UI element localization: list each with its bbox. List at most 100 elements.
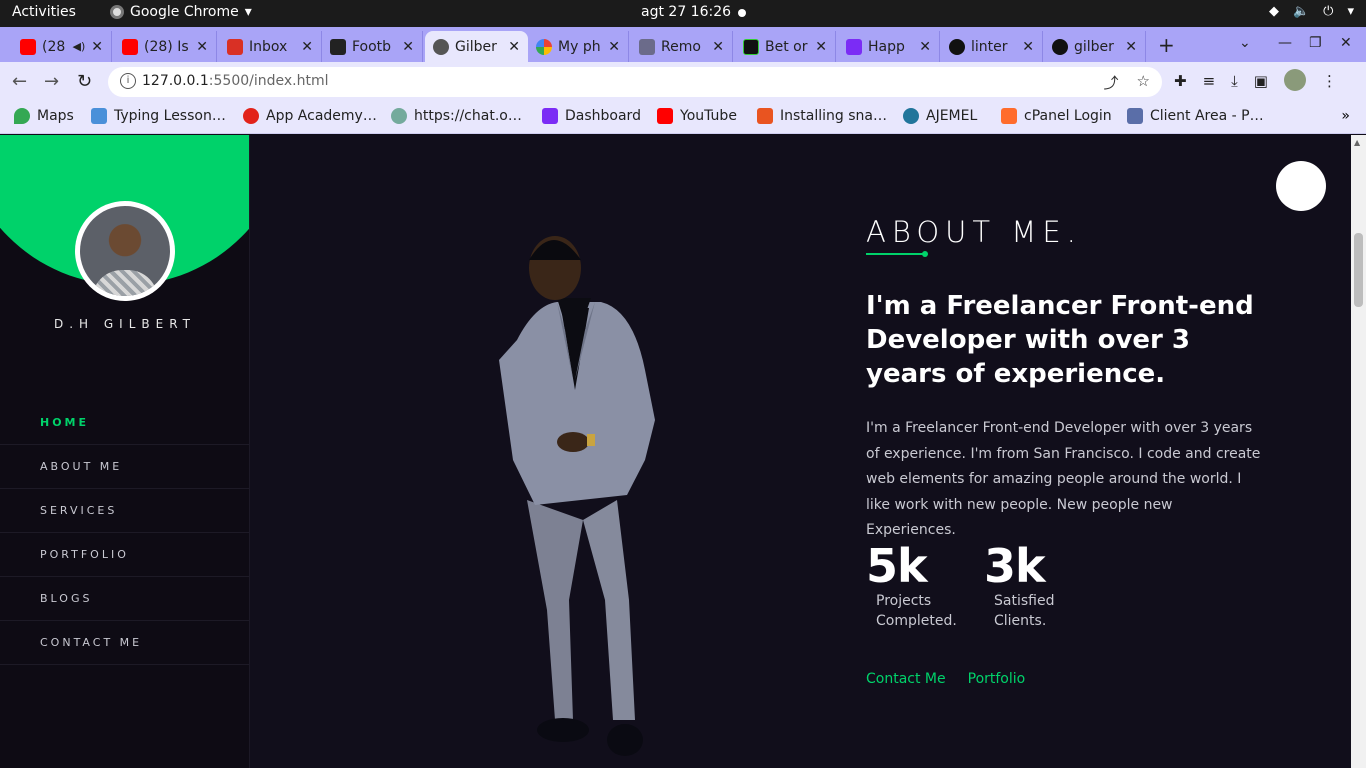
system-top-bar: Activities Google Chrome ▾ agt 27 16:26 … — [0, 0, 1366, 27]
new-tab-button[interactable]: + — [1158, 33, 1175, 57]
tab-strip: (28 ◀) ✕ (28) Is ✕ Inbox ✕ Footb ✕ Gilbe… — [0, 27, 1366, 62]
bookmark-label: Dashboard — [565, 108, 641, 124]
page-scrollbar[interactable]: ▲ — [1351, 135, 1366, 768]
app-menu[interactable]: Google Chrome ▾ — [110, 4, 252, 20]
stat-label-line2: Clients. — [994, 613, 1047, 629]
close-icon[interactable]: ✕ — [815, 39, 827, 55]
scroll-up-icon[interactable]: ▲ — [1354, 138, 1360, 147]
url-text[interactable]: 127.0.0.1:5500/index.html — [142, 73, 329, 89]
bookmark-label: https://chat.o… — [414, 108, 522, 124]
activities-button[interactable]: Activities — [12, 4, 76, 20]
clock[interactable]: agt 27 16:26 — [641, 4, 731, 20]
stat-number: 3k — [984, 539, 1046, 593]
bookmark-cpanel[interactable]: cPanel Login — [1001, 108, 1112, 124]
sidebar-item-contact-me[interactable]: CONTACT ME — [0, 621, 249, 665]
chevron-down-icon: ▾ — [244, 4, 252, 20]
sidebar: D.H GILBERT HOME ABOUT ME SERVICES PORTF… — [0, 135, 250, 768]
tab-gilbert-active[interactable]: Gilber ✕ — [425, 31, 528, 62]
profile-photo — [80, 206, 170, 296]
sidebar-item-home[interactable]: HOME — [0, 401, 249, 445]
share-icon[interactable]: ⤴ — [1104, 72, 1119, 93]
bookmark-dashboard[interactable]: Dashboard — [542, 108, 641, 124]
scrollbar-thumb[interactable] — [1354, 233, 1363, 307]
sidebar-item-about-me[interactable]: ABOUT ME — [0, 445, 249, 489]
tab-search-icon[interactable]: ⌄ — [1239, 35, 1251, 51]
chrome-icon — [110, 5, 124, 19]
stat-number: 5k — [866, 539, 928, 593]
youtube-icon — [122, 38, 138, 55]
close-window-icon[interactable]: ✕ — [1340, 35, 1352, 51]
close-icon[interactable]: ✕ — [196, 39, 208, 55]
heading-underline-dot — [922, 251, 928, 257]
extensions-puzzle-icon[interactable]: ✚ — [1174, 72, 1187, 91]
bookmark-maps[interactable]: Maps — [14, 108, 74, 124]
close-icon[interactable]: ✕ — [919, 39, 931, 55]
minimize-icon[interactable]: — — [1278, 35, 1292, 51]
wordpress-icon — [903, 108, 919, 124]
tab-photos[interactable]: My ph ✕ — [528, 31, 629, 62]
layers-icon — [639, 38, 655, 55]
tab-title: (28) Is — [144, 38, 189, 55]
forward-icon[interactable]: → — [44, 71, 59, 92]
extensions-area: ✚ ≡ ⤓ ▣ ⋮ — [1174, 69, 1337, 91]
bookmark-app-academy[interactable]: App Academy… — [243, 108, 377, 124]
bookmark-typing[interactable]: Typing Lesson… — [91, 108, 226, 124]
system-tray[interactable]: ◆ 🔈 ⏻ ▾ — [1269, 4, 1354, 19]
tab-title: Gilber — [455, 38, 497, 55]
browser-toolbar: ← → ↻ i 127.0.0.1:5500/index.html ⤴ ☆ ✚ … — [0, 62, 1366, 102]
client-area-icon — [1127, 108, 1143, 124]
speaker-icon[interactable]: ◀) — [73, 40, 86, 53]
url-path: :5500/index.html — [208, 73, 329, 89]
tab-football[interactable]: Footb ✕ — [322, 31, 423, 62]
media-queue-icon[interactable]: ≡ — [1203, 72, 1216, 91]
tab-title: gilber — [1074, 38, 1114, 55]
download-icon[interactable]: ⤓ — [1231, 72, 1238, 91]
more-bookmarks-icon[interactable]: » — [1341, 108, 1350, 124]
tab-linter[interactable]: linter ✕ — [941, 31, 1043, 62]
about-headline: I'm a Freelancer Front-end Developer wit… — [866, 291, 1254, 389]
tab-gilbert-github[interactable]: gilber ✕ — [1044, 31, 1146, 62]
tab-youtube-2[interactable]: (28) Is ✕ — [114, 31, 217, 62]
close-icon[interactable]: ✕ — [91, 39, 103, 55]
reload-icon[interactable]: ↻ — [77, 71, 92, 92]
portfolio-link[interactable]: Portfolio — [968, 671, 1026, 687]
maximize-icon[interactable]: ❐ — [1309, 35, 1322, 51]
tab-bet[interactable]: Bet or ✕ — [735, 31, 836, 62]
bookmark-ajemel[interactable]: AJEMEL — [903, 108, 977, 124]
bookmark-snap[interactable]: Installing sna… — [757, 108, 887, 124]
tab-title: Footb — [352, 38, 392, 55]
side-panel-icon[interactable]: ▣ — [1254, 72, 1268, 91]
tab-inbox[interactable]: Inbox ✕ — [219, 31, 322, 62]
back-icon[interactable]: ← — [12, 71, 27, 92]
bookmark-star-icon[interactable]: ☆ — [1137, 72, 1150, 93]
site-info-icon[interactable]: i — [120, 73, 136, 89]
sidebar-item-services[interactable]: SERVICES — [0, 489, 249, 533]
address-bar[interactable]: i 127.0.0.1:5500/index.html ⤴ ☆ — [108, 67, 1162, 97]
tab-happ[interactable]: Happ ✕ — [838, 31, 940, 62]
tab-remote[interactable]: Remo ✕ — [631, 31, 733, 62]
close-icon[interactable]: ✕ — [712, 39, 724, 55]
close-icon[interactable]: ✕ — [402, 39, 414, 55]
profile-avatar-icon[interactable] — [1283, 69, 1306, 91]
contact-me-link[interactable]: Contact Me — [866, 671, 946, 687]
tab-title: (28 — [42, 38, 66, 55]
bookmark-youtube[interactable]: YouTube — [657, 108, 737, 124]
kebab-menu-icon[interactable]: ⋮ — [1322, 72, 1337, 91]
bookmark-chat[interactable]: https://chat.o… — [391, 108, 522, 124]
about-description: I'm a Freelancer Front-end Developer wit… — [866, 420, 1261, 538]
close-icon[interactable]: ✕ — [608, 39, 620, 55]
close-icon[interactable]: ✕ — [301, 39, 313, 55]
stat-label-line1: Projects — [876, 593, 932, 609]
close-icon[interactable]: ✕ — [1022, 39, 1034, 55]
bet-icon — [743, 38, 759, 55]
bookmark-label: Maps — [37, 108, 74, 124]
theme-toggle-button[interactable] — [1276, 161, 1326, 211]
bookmark-client-area[interactable]: Client Area - P… — [1127, 108, 1264, 124]
bookmark-label: AJEMEL — [926, 108, 978, 124]
close-icon[interactable]: ✕ — [1125, 39, 1137, 55]
sidebar-item-portfolio[interactable]: PORTFOLIO — [0, 533, 249, 577]
tab-youtube-1[interactable]: (28 ◀) ✕ — [12, 31, 112, 62]
close-icon[interactable]: ✕ — [508, 39, 520, 55]
sidebar-item-blogs[interactable]: BLOGS — [0, 577, 249, 621]
app-name: Google Chrome — [130, 4, 239, 20]
